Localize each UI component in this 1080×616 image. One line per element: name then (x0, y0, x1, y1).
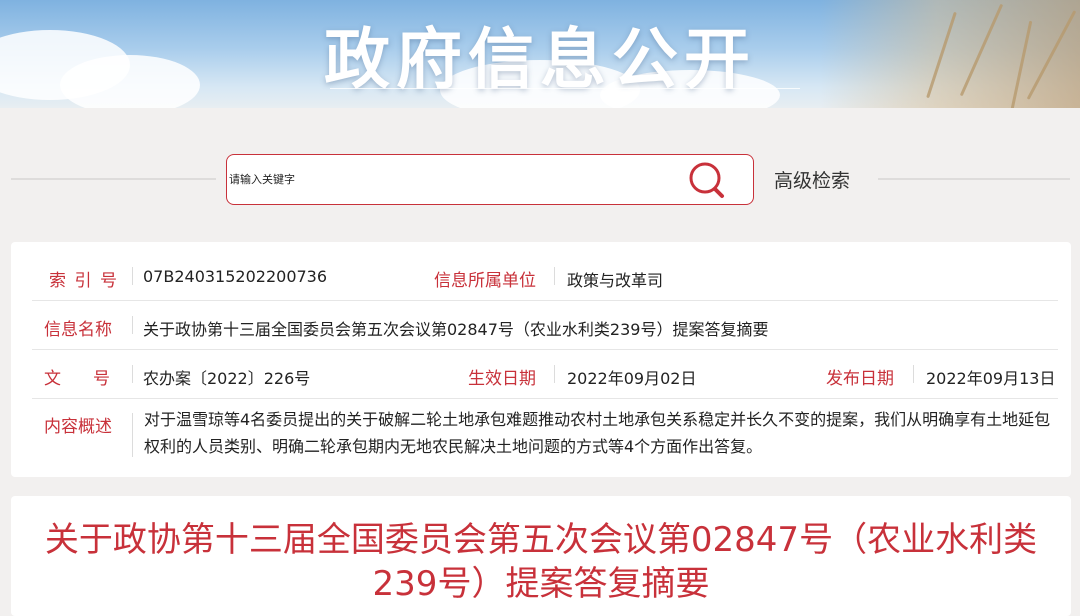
search-input[interactable] (227, 155, 689, 203)
publish-date-value: 2022年09月13日 (926, 369, 1056, 388)
banner: 政府信息公开 (0, 0, 1080, 108)
article-title: 关于政协第十三届全国委员会第五次会议第02847号（农业水利类239号）提案答复… (44, 520, 1038, 604)
search-button[interactable] (684, 160, 730, 200)
separator (132, 365, 133, 383)
doc-number-label: 文号 (44, 369, 110, 389)
banner-underline (330, 88, 800, 89)
summary-label: 内容概述 (44, 417, 112, 437)
name-value: 关于政协第十三届全国委员会第五次会议第02847号（农业水利类239号）提案答复… (143, 320, 769, 339)
separator (554, 267, 555, 285)
separator (913, 365, 914, 383)
separator (132, 267, 133, 285)
row-divider (32, 349, 1058, 350)
name-label: 信息名称 (44, 320, 112, 340)
divider-left (11, 178, 216, 180)
index-label: 索引号 (49, 271, 117, 291)
row-divider (32, 300, 1058, 301)
doc-number-value: 农办案〔2022〕226号 (143, 369, 311, 388)
advanced-search-link[interactable]: 高级检索 (774, 166, 850, 193)
index-value: 07B240315202200736 (143, 267, 328, 286)
separator (132, 413, 133, 457)
search-icon (689, 162, 724, 198)
unit-label: 信息所属单位 (434, 271, 536, 291)
summary-text: 对于温雪琼等4名委员提出的关于破解二轮土地承包难题推动农村土地承包关系稳定并长久… (144, 410, 1051, 456)
article-title-panel: 关于政协第十三届全国委员会第五次会议第02847号（农业水利类239号）提案答复… (11, 496, 1071, 616)
publish-date-label: 发布日期 (826, 369, 894, 389)
search-box (226, 154, 754, 205)
unit-value: 政策与改革司 (567, 271, 664, 290)
separator (132, 316, 133, 334)
info-panel: 索引号 07B240315202200736 信息所属单位 政策与改革司 信息名… (11, 242, 1071, 477)
effective-date-label: 生效日期 (468, 369, 536, 389)
divider-right (878, 178, 1070, 180)
effective-date-value: 2022年09月02日 (567, 369, 697, 388)
separator (554, 365, 555, 383)
row-divider (32, 398, 1058, 399)
